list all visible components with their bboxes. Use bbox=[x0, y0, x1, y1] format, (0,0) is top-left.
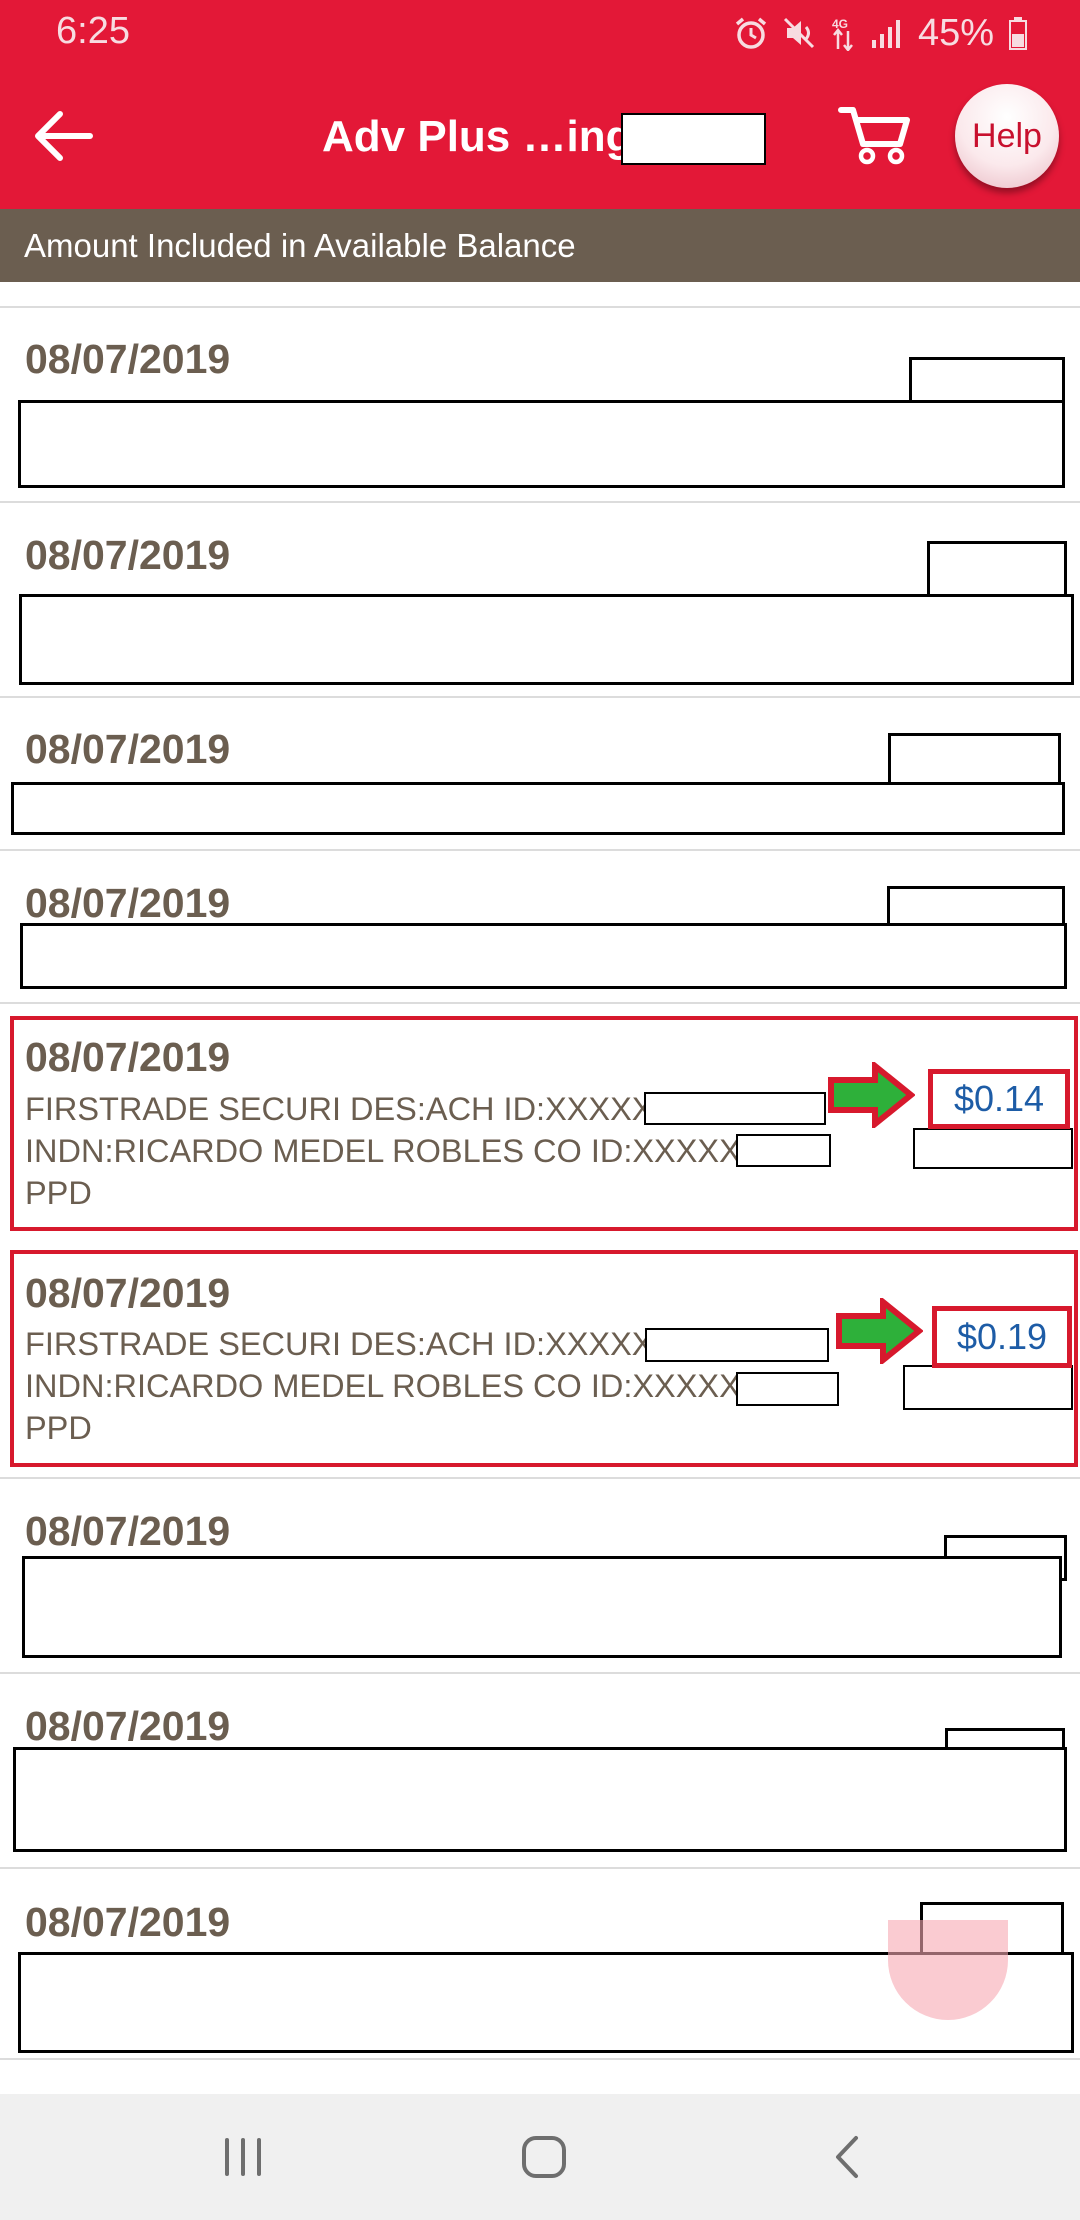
redaction-box bbox=[913, 1128, 1073, 1169]
redaction-box bbox=[19, 594, 1074, 685]
page-title: Adv Plus …ing bbox=[322, 112, 633, 161]
data-4g-icon: 4G bbox=[832, 17, 853, 51]
transaction-description-line: INDN:RICARDO MEDEL ROBLES CO ID:XXXXX bbox=[25, 1368, 741, 1404]
transaction-date: 08/07/2019 bbox=[25, 1703, 231, 1749]
svg-text:4G: 4G bbox=[832, 17, 848, 31]
transaction-date: 08/07/2019 bbox=[25, 336, 231, 382]
battery-percent: 45% bbox=[917, 11, 994, 54]
annotation-arrow-icon bbox=[836, 1298, 923, 1364]
app-header: Adv Plus …ing Help bbox=[0, 66, 1080, 209]
redaction-box bbox=[621, 113, 766, 165]
transaction-description-line: FIRSTRADE SECURI DES:ACH ID:XXXXX bbox=[25, 1091, 654, 1127]
help-button[interactable]: Help bbox=[955, 84, 1059, 188]
back-icon bbox=[836, 2136, 858, 2178]
transaction-date: 08/07/2019 bbox=[25, 880, 231, 926]
transaction-date: 08/07/2019 bbox=[25, 1508, 231, 1554]
redaction-box bbox=[887, 886, 1065, 926]
redaction-box bbox=[13, 1747, 1067, 1852]
redaction-box bbox=[736, 1372, 839, 1406]
balance-subheader: Amount Included in Available Balance bbox=[0, 209, 1080, 282]
back-button[interactable] bbox=[30, 106, 100, 166]
redaction-box bbox=[645, 1328, 829, 1362]
transaction-description-line: INDN:RICARDO MEDEL ROBLES CO ID:XXXXX bbox=[25, 1133, 741, 1169]
alarm-icon bbox=[735, 17, 767, 49]
battery-icon bbox=[1009, 17, 1027, 50]
annotation-arrow-icon bbox=[828, 1062, 915, 1128]
transaction-date: 08/07/2019 bbox=[25, 532, 231, 578]
redaction-box bbox=[888, 733, 1061, 785]
transaction-date: 08/07/2019 bbox=[25, 1899, 231, 1945]
divider bbox=[0, 2058, 1080, 2060]
redaction-box bbox=[736, 1134, 831, 1167]
redaction-box bbox=[644, 1092, 826, 1125]
recent-apps-button[interactable] bbox=[213, 2132, 273, 2182]
divider bbox=[0, 696, 1080, 698]
divider bbox=[0, 849, 1080, 851]
home-button[interactable] bbox=[514, 2132, 574, 2182]
mute-icon bbox=[783, 17, 814, 49]
divider bbox=[0, 1867, 1080, 1869]
redaction-box bbox=[903, 1365, 1073, 1410]
transaction-date: 08/07/2019 bbox=[25, 726, 231, 772]
transaction-date: 08/07/2019 bbox=[25, 1034, 231, 1080]
divider bbox=[0, 1672, 1080, 1674]
arrow-left-icon bbox=[35, 111, 93, 161]
redaction-box bbox=[11, 782, 1065, 835]
redaction-box bbox=[927, 541, 1067, 599]
transaction-description-line: PPD bbox=[25, 1175, 92, 1211]
divider bbox=[0, 1002, 1080, 1004]
transaction-list: 08/07/2019 08/07/2019 08/07/2019 08/07/2… bbox=[0, 282, 1080, 2094]
status-icons: 4G 45% bbox=[734, 10, 1028, 56]
divider bbox=[0, 1477, 1080, 1479]
status-bar: 6:25 4G 45% bbox=[0, 0, 1080, 66]
redaction-box bbox=[18, 400, 1065, 488]
transaction-amount[interactable]: $0.19 bbox=[937, 1311, 1067, 1363]
transaction-description-line: FIRSTRADE SECURI DES:ACH ID:XXXXX bbox=[25, 1326, 654, 1362]
system-nav-bar bbox=[0, 2094, 1080, 2220]
redaction-box bbox=[20, 923, 1067, 989]
redaction-box bbox=[22, 1556, 1062, 1658]
back-nav-button[interactable] bbox=[818, 2132, 878, 2182]
cart-button[interactable] bbox=[838, 102, 912, 166]
home-icon bbox=[522, 2136, 566, 2178]
divider bbox=[0, 501, 1080, 503]
signal-icon bbox=[871, 20, 900, 48]
cart-icon bbox=[838, 107, 910, 165]
transaction-description-line: PPD bbox=[25, 1410, 92, 1446]
divider bbox=[0, 306, 1080, 308]
transaction-date: 08/07/2019 bbox=[25, 1270, 231, 1316]
recent-apps-icon bbox=[225, 2138, 261, 2176]
status-time: 6:25 bbox=[56, 10, 130, 52]
transaction-amount[interactable]: $0.14 bbox=[933, 1074, 1065, 1124]
